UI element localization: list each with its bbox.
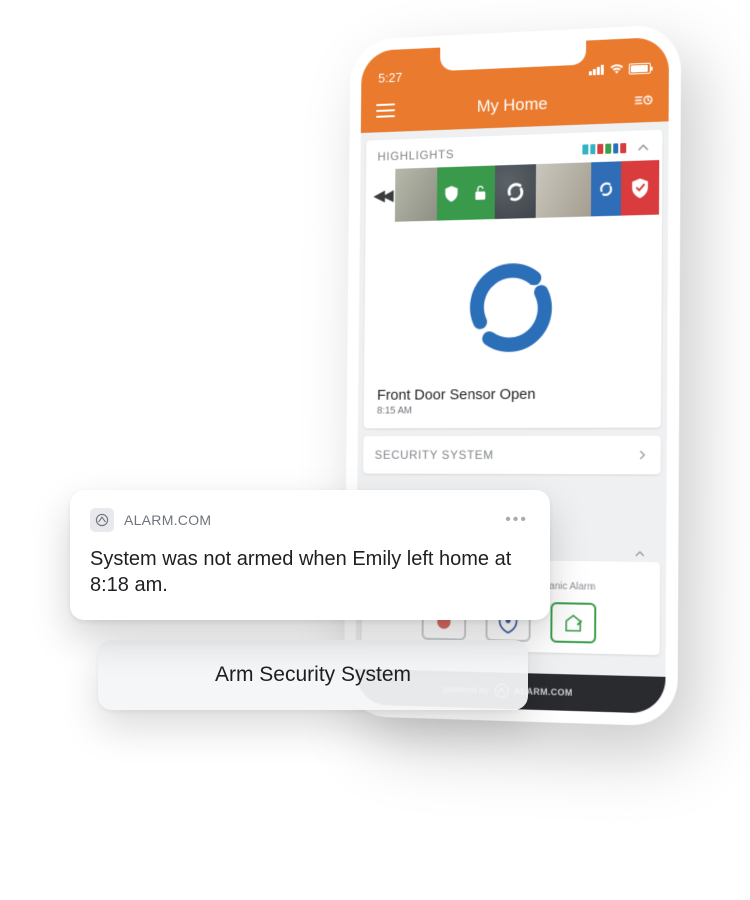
notification-app-name: ALARM.COM: [124, 512, 211, 528]
menu-icon[interactable]: [376, 103, 395, 117]
sensor-open-icon: [377, 229, 648, 383]
sensor-blue-thumb[interactable]: [591, 161, 621, 216]
phone-mockup: 5:27 My Home: [344, 24, 682, 727]
notification-header: ALARM.COM •••: [90, 508, 528, 532]
page-title: My Home: [477, 94, 548, 117]
more-icon[interactable]: •••: [505, 511, 528, 529]
unlock-thumb[interactable]: [465, 166, 494, 220]
status-time: 5:27: [378, 70, 402, 86]
highlight-detail[interactable]: Front Door Sensor Open 8:15 AM: [364, 215, 662, 429]
arm-system-button[interactable]: Arm Security System: [98, 640, 528, 710]
highlights-spark-icon: [582, 143, 626, 155]
highlights-strip[interactable]: ◀◀: [366, 160, 663, 223]
scroll-left-icon[interactable]: ◀◀: [370, 186, 395, 206]
battery-icon: [629, 62, 651, 74]
notification-body: System was not armed when Emily left hom…: [90, 546, 528, 598]
highlight-time: 8:15 AM: [377, 404, 647, 416]
arm-system-label: Arm Security System: [215, 663, 411, 687]
chevron-right-icon[interactable]: [636, 449, 648, 461]
shield-check-thumb[interactable]: [620, 160, 658, 216]
camera-thumb-1[interactable]: [395, 167, 437, 221]
chevron-up-icon[interactable]: [636, 140, 650, 155]
notification-card[interactable]: ALARM.COM ••• System was not armed when …: [70, 490, 550, 620]
wifi-icon: [610, 63, 624, 76]
camera-thumb-2[interactable]: [535, 162, 591, 218]
shield-thumb[interactable]: [436, 167, 465, 221]
status-indicators: [589, 62, 651, 77]
highlights-header: HIGHLIGHTS: [377, 147, 454, 163]
panic-medical-button[interactable]: [550, 602, 596, 643]
highlights-card: HIGHLIGHTS: [364, 130, 663, 429]
sensor-thumb[interactable]: [494, 164, 535, 219]
security-card[interactable]: SECURITY SYSTEM: [363, 436, 661, 475]
chevron-up-icon[interactable]: [634, 548, 646, 563]
phone-frame: 5:27 My Home: [344, 24, 682, 727]
highlight-title: Front Door Sensor Open: [377, 385, 647, 404]
notification-app: ALARM.COM: [90, 508, 211, 532]
cellular-signal-icon: [589, 65, 605, 76]
scenes-icon[interactable]: [632, 91, 652, 110]
security-header: SECURITY SYSTEM: [375, 448, 494, 462]
alarm-app-icon: [90, 508, 114, 532]
